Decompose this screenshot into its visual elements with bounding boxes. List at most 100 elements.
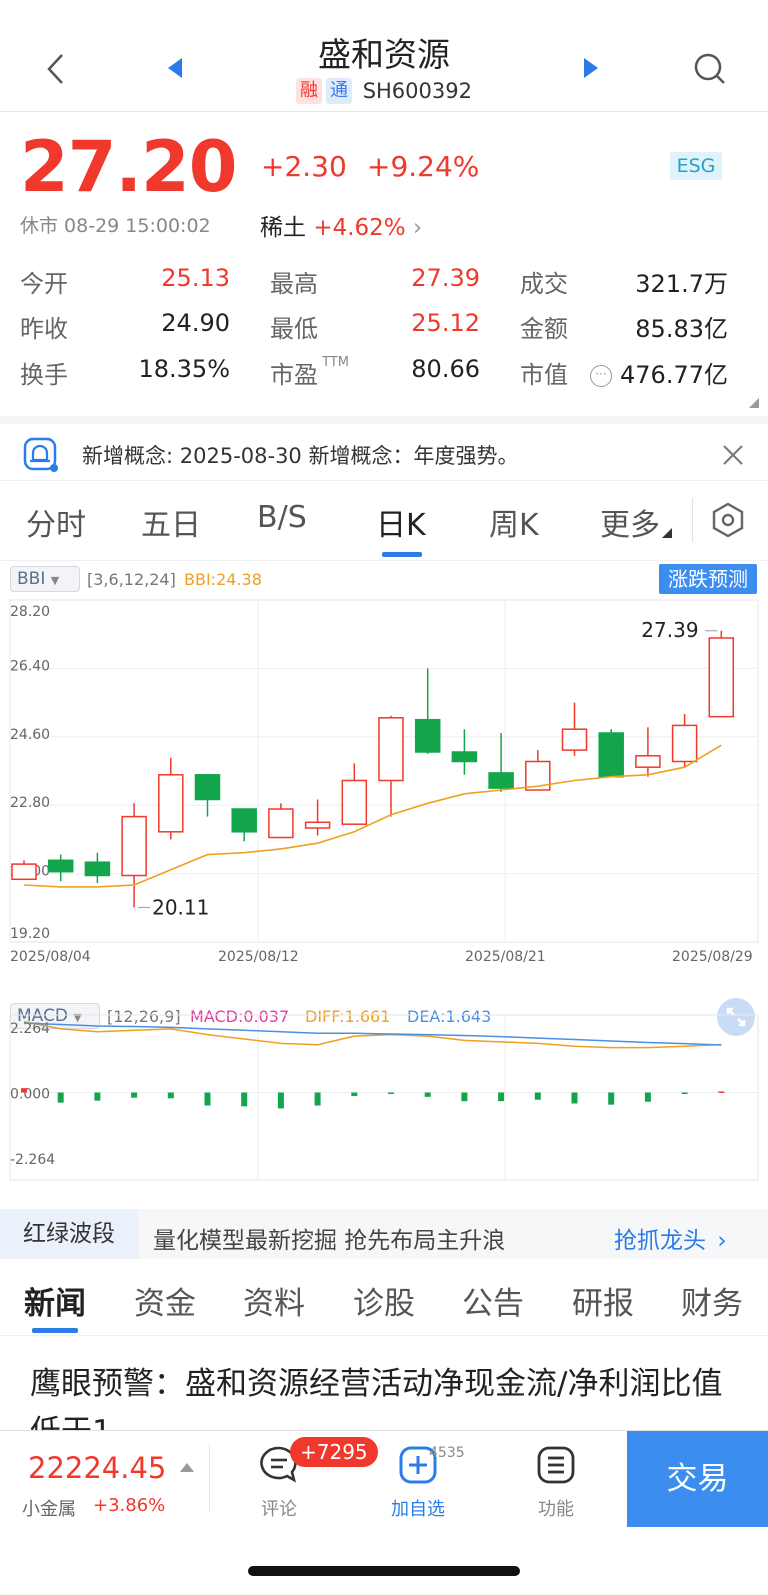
tab-weekly-k[interactable]: 周K [489, 500, 539, 544]
tab-financials[interactable]: 财务 [681, 1278, 743, 1323]
function-button[interactable] [511, 1445, 601, 1489]
caret-up-icon[interactable] [180, 1463, 194, 1472]
macd-bar [424, 1092, 431, 1097]
sector-link[interactable]: 稀土 +4.62% › [260, 208, 422, 242]
candle-body [47, 859, 74, 873]
candle-body [11, 863, 37, 881]
active-tab-indicator [382, 552, 422, 557]
concept-notice[interactable]: 新增概念: 2025-08-30 新增概念：年度强势。 [0, 416, 768, 480]
tab-more[interactable]: 更多 [600, 500, 660, 544]
stat-label: 最高 [270, 270, 318, 298]
macd-bar [94, 1092, 101, 1101]
stat-label: 市值 [520, 361, 568, 389]
favorite-count: 4535 [429, 1445, 465, 1461]
divider [0, 480, 768, 481]
tab-five-day[interactable]: 五日 [141, 500, 201, 544]
candle-body [231, 808, 257, 833]
min-price-label: 20.11 [152, 895, 209, 919]
notice-bell-icon [23, 437, 58, 472]
y-tick-label: 28.20 [10, 604, 50, 620]
stat-value: 85.83亿 [635, 315, 728, 343]
tab-intraday[interactable]: 分时 [26, 500, 86, 544]
info-icon[interactable]: ··· [590, 365, 612, 387]
tab-daily-k[interactable]: 日K [376, 500, 426, 544]
candle-body [414, 718, 441, 753]
comment-label: 评论 [261, 1499, 297, 1520]
candle-body [451, 751, 478, 763]
chevron-right-icon: › [717, 1228, 727, 1254]
macd-bar [204, 1092, 211, 1106]
index-name: 小金属 [22, 1499, 76, 1520]
stat-label: 今开 [20, 270, 68, 298]
trade-button[interactable]: 交易 [627, 1431, 768, 1527]
tab-profile[interactable]: 资料 [243, 1278, 305, 1323]
candle-body [268, 808, 294, 839]
diff-line [23, 1020, 722, 1049]
macd-bar [388, 1092, 394, 1094]
esg-badge[interactable]: ESG [670, 152, 722, 180]
stat-value: 80.66 [411, 355, 480, 383]
macd-bar [57, 1092, 64, 1103]
macd-y-tick-label: 0.000 [10, 1087, 50, 1103]
promo-text: 量化模型最新挖掘 抢先布局主升浪 [153, 1228, 506, 1254]
tab-research[interactable]: 研报 [572, 1278, 634, 1323]
x-tick-label: 2025/08/29 [672, 949, 753, 965]
expand-corner-icon[interactable] [749, 398, 759, 408]
index-percent: +3.86% [93, 1495, 166, 1516]
stat-label: 换手 [20, 361, 68, 389]
stat-label: 最低 [270, 315, 318, 343]
candle-body [194, 774, 221, 801]
candle-body [561, 728, 588, 751]
stock-code: SH600392 [362, 79, 472, 103]
settings-icon[interactable] [711, 502, 745, 538]
candle-body [341, 779, 368, 825]
x-tick-label: 2025/08/21 [465, 949, 546, 965]
promo-banner[interactable]: 红绿波段 量化模型最新挖掘 抢先布局主升浪 抢抓龙头 › [0, 1209, 768, 1259]
kline-chart[interactable]: 28.2026.4024.6022.8021.0019.202025/08/04… [0, 560, 768, 1208]
promo-tag: 红绿波段 [0, 1209, 138, 1259]
macd-bar [681, 1092, 688, 1094]
candle-body [158, 774, 184, 833]
home-indicator[interactable] [248, 1566, 520, 1576]
tab-announcements[interactable]: 公告 [462, 1278, 524, 1323]
max-price-label: 27.39 [641, 618, 698, 642]
close-icon[interactable] [722, 444, 744, 466]
stat-label: 金额 [520, 315, 568, 343]
candle-body [708, 637, 735, 718]
macd-bar [21, 1088, 27, 1093]
price-change: +2.30 [261, 150, 347, 183]
stat-value: 321.7万 [635, 270, 728, 298]
search-icon[interactable] [693, 52, 727, 86]
stat-value: 24.90 [161, 309, 230, 337]
news-headline[interactable]: 鹰眼预警：盛和资源经营活动净现金流/净利润比值低于1 [30, 1360, 740, 1430]
stat-label: 市盈 TTM [270, 355, 350, 389]
macd-bar [644, 1092, 651, 1102]
tab-diagnosis[interactable]: 诊股 [353, 1278, 415, 1323]
promo-link[interactable]: 抢抓龙头 › [614, 1221, 727, 1255]
macd-bar [534, 1092, 541, 1100]
macd-bar [131, 1092, 138, 1098]
macd-bar [571, 1092, 578, 1104]
next-stock-icon[interactable] [582, 56, 600, 80]
comment-count-badge: +7295 [290, 1437, 378, 1467]
tab-bs[interactable]: B/S [257, 500, 307, 535]
candle-body [304, 821, 331, 829]
candle-body [671, 724, 698, 763]
candle-body [635, 755, 661, 768]
macd-bar [314, 1092, 321, 1106]
macd-y-tick-label: -2.264 [10, 1152, 55, 1168]
candle-body [84, 861, 111, 877]
tab-news[interactable]: 新闻 [24, 1278, 86, 1323]
tab-funds[interactable]: 资金 [134, 1278, 196, 1323]
index-value[interactable]: 22224.45 [28, 1451, 166, 1485]
stat-label: 成交 [520, 270, 568, 298]
sector-name: 稀土 [260, 215, 306, 241]
macd-bar [718, 1091, 725, 1093]
last-price: 27.20 [20, 126, 237, 208]
stat-value: 476.77亿 [620, 361, 728, 389]
x-tick-label: 2025/08/04 [10, 949, 91, 965]
macd-bar [167, 1092, 174, 1099]
header-bar: 盛和资源 融通 SH600392 [0, 0, 768, 112]
more-dropdown-icon [662, 528, 672, 538]
candle-body [378, 717, 404, 782]
